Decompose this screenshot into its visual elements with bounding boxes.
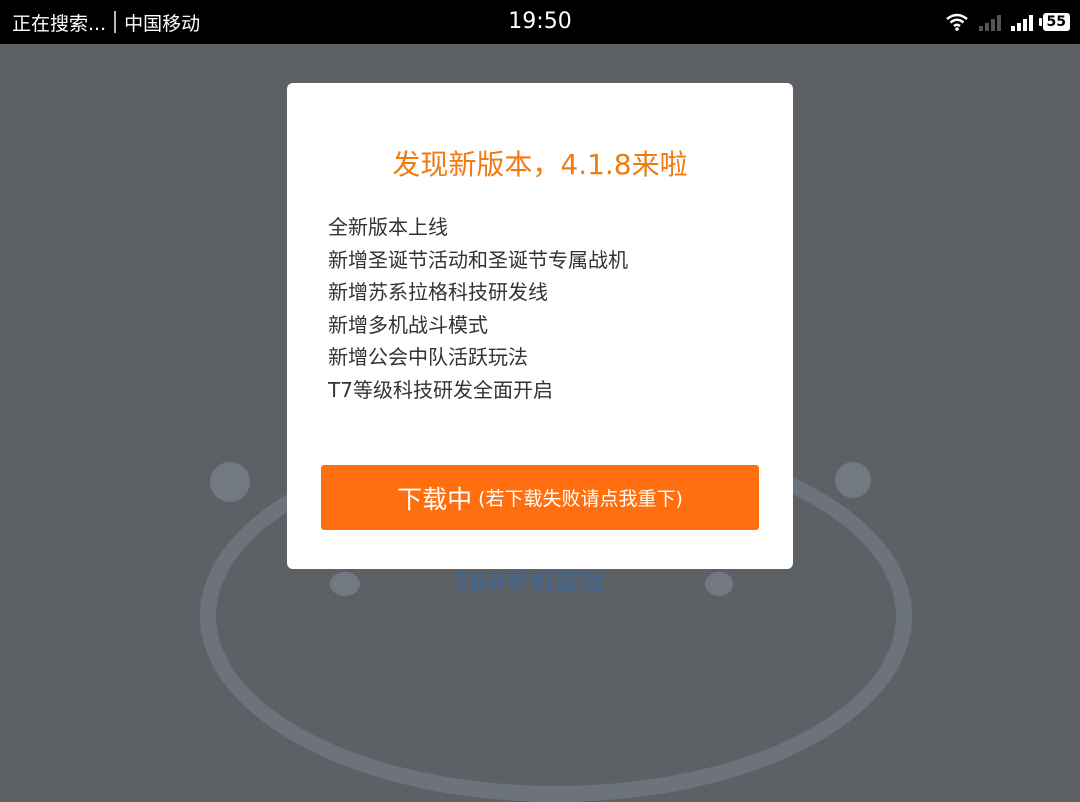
release-note-item: 全新版本上线 [328, 215, 448, 239]
dialog-title: 发现新版本，4.1.8来啦 [392, 148, 688, 181]
download-button[interactable]: 下载中 (若下载失败请点我重下) [321, 465, 759, 530]
release-notes-list: 全新版本上线 新增圣诞节活动和圣诞节专属战机 新增苏系拉格科技研发线 新增多机战… [328, 211, 628, 406]
background-decoration-icon [705, 572, 733, 596]
update-dialog: 发现新版本，4.1.8来啦 全新版本上线 新增圣诞节活动和圣诞节专属战机 新增苏… [287, 83, 793, 569]
background-decoration-icon [330, 572, 360, 596]
status-right: 55 [945, 0, 1070, 44]
status-bar: 正在搜索... 中国移动 19:50 55 [0, 0, 1080, 44]
release-note-item: 新增圣诞节活动和圣诞节专属战机 [328, 247, 628, 272]
signal-sim1-icon [1010, 13, 1033, 31]
download-button-label: 下载中 [397, 484, 473, 514]
status-time: 19:50 [508, 9, 572, 34]
background-decoration-icon [835, 462, 871, 498]
release-note-item: 新增多机战斗模式 [328, 312, 488, 337]
release-note-item: T7等级科技研发全面开启 [328, 377, 553, 402]
download-retry-hint: (若下载失败请点我重下) [478, 488, 683, 510]
background-decoration-icon [210, 462, 250, 502]
release-note-item: 新增苏系拉格科技研发线 [328, 280, 548, 304]
wifi-icon [945, 13, 968, 31]
battery-icon: 55 [1038, 13, 1070, 31]
signal-sim2-icon [978, 13, 1001, 31]
release-note-item: 新增公会中队活跃玩法 [328, 345, 528, 369]
